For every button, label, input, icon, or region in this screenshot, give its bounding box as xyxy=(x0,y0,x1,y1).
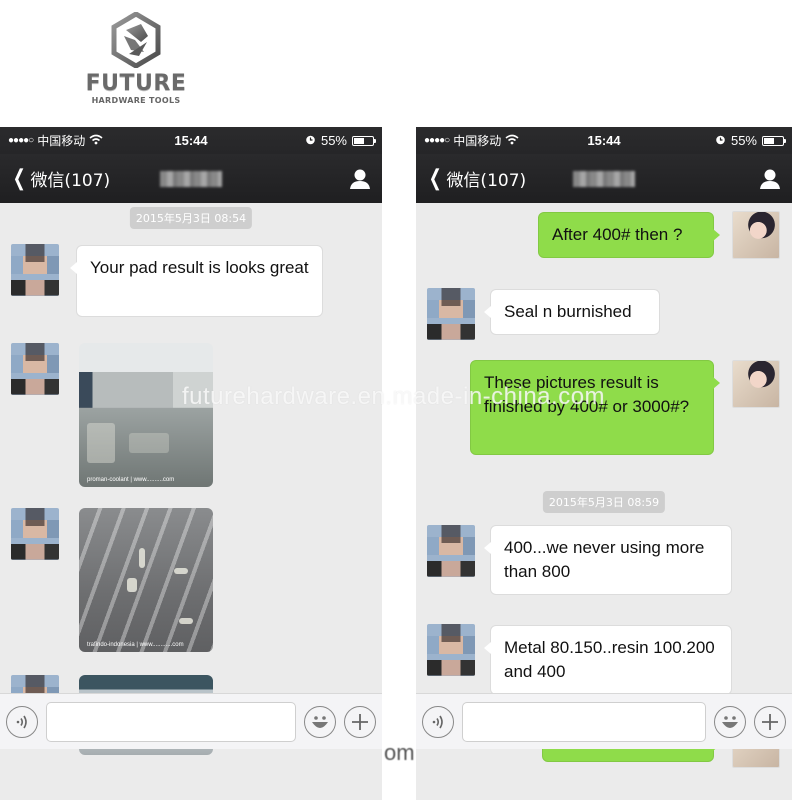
back-label: 微信(107) xyxy=(30,171,111,191)
voice-icon xyxy=(432,715,443,728)
image-caption: trafindo-indonesia | www............com xyxy=(87,642,184,648)
battery-percent: 55% xyxy=(730,133,757,148)
plus-icon xyxy=(762,713,778,730)
battery-percent: 55% xyxy=(320,133,347,148)
image-message[interactable]: trafindo-indonesia | www............com xyxy=(79,508,213,652)
message-bubble[interactable]: Seal n burnished xyxy=(484,289,660,335)
my-avatar[interactable] xyxy=(732,211,780,259)
message-text: Metal 80.150..resin 100.200 and 400 xyxy=(504,638,715,681)
message-text: 400...we never using more than 800 xyxy=(504,538,705,581)
voice-icon xyxy=(16,715,27,728)
contact-avatar[interactable] xyxy=(11,343,59,395)
clock: 15:44 xyxy=(174,133,208,148)
battery-icon xyxy=(762,135,786,146)
chat-area[interactable]: After 400# then ? Seal n burnished These… xyxy=(416,203,792,768)
contact-avatar[interactable] xyxy=(427,525,475,577)
input-bar xyxy=(0,693,382,749)
plus-button[interactable] xyxy=(754,705,786,738)
nav-bar: ❮ 微信(107) xyxy=(416,154,792,203)
brand-logo: FUTURE HARDWARE TOOLS xyxy=(84,12,188,105)
alarm-clock-icon xyxy=(715,134,726,148)
smiley-icon xyxy=(722,715,738,728)
emoji-button[interactable] xyxy=(304,705,336,738)
message-bubble-sent[interactable]: After 400# then ? xyxy=(538,212,720,258)
message-text: Seal n burnished xyxy=(504,302,632,321)
chevron-left-icon: ❮ xyxy=(12,166,26,191)
input-bar xyxy=(416,693,792,749)
image-caption: proman-coolant | www..........com xyxy=(87,477,175,483)
message-input[interactable] xyxy=(462,701,706,742)
my-avatar[interactable] xyxy=(732,360,780,408)
smiley-icon xyxy=(312,715,328,728)
message-text: After 400# then ? xyxy=(552,225,683,244)
plus-button[interactable] xyxy=(344,705,376,738)
phone-screen-right: ●●●●○ 中国移动 15:44 55% ❮ 微信(107) After 400… xyxy=(416,127,792,800)
image-message[interactable]: proman-coolant | www..........com xyxy=(79,343,213,487)
message-bubble-sent[interactable]: These pictures result is finished by 400… xyxy=(470,360,720,455)
chat-title-blurred xyxy=(160,170,222,187)
brand-subtitle: HARDWARE TOOLS xyxy=(91,96,181,105)
voice-button[interactable] xyxy=(422,705,454,738)
phone-screen-left: ●●●●○ 中国移动 15:44 55% ❮ 微信(107) 2015年5月3日… xyxy=(0,127,382,800)
message-text: Your pad result is looks great xyxy=(90,258,309,277)
message-bubble[interactable]: Your pad result is looks great xyxy=(70,245,323,317)
contact-avatar[interactable] xyxy=(11,508,59,560)
message-bubble[interactable]: 400...we never using more than 800 xyxy=(484,525,732,595)
back-button[interactable]: ❮ 微信(107) xyxy=(426,166,526,191)
message-bubble[interactable]: Metal 80.150..resin 100.200 and 400 xyxy=(484,625,732,695)
signal-strength: ●●●●○ xyxy=(424,135,450,146)
clock: 15:44 xyxy=(587,133,621,148)
carrier-name: 中国移动 xyxy=(453,134,502,148)
status-bar: ●●●●○ 中国移动 15:44 55% xyxy=(0,127,382,154)
person-icon[interactable] xyxy=(348,167,372,191)
hexagon-logo-icon xyxy=(111,12,161,68)
emoji-button[interactable] xyxy=(714,705,746,738)
wifi-icon xyxy=(505,134,519,148)
contact-avatar[interactable] xyxy=(427,624,475,676)
chat-area[interactable]: 2015年5月3日 08:54 Your pad result is looks… xyxy=(0,203,382,755)
alarm-clock-icon xyxy=(305,134,316,148)
back-button[interactable]: ❮ 微信(107) xyxy=(10,166,110,191)
chevron-left-icon: ❮ xyxy=(428,166,442,191)
status-bar: ●●●●○ 中国移动 15:44 55% xyxy=(416,127,792,154)
wifi-icon xyxy=(89,134,103,148)
watermark-fragment: om xyxy=(384,740,415,765)
timestamp: 2015年5月3日 08:54 xyxy=(129,207,253,229)
message-text: These pictures result is finished by 400… xyxy=(484,373,690,416)
signal-strength: ●●●●○ xyxy=(8,135,34,146)
contact-avatar[interactable] xyxy=(427,288,475,340)
chat-title-blurred xyxy=(573,170,635,187)
contact-avatar[interactable] xyxy=(11,244,59,296)
battery-icon xyxy=(352,135,376,146)
message-input[interactable] xyxy=(46,701,296,742)
carrier-name: 中国移动 xyxy=(37,134,86,148)
brand-name: FUTURE xyxy=(85,71,187,96)
back-label: 微信(107) xyxy=(446,171,527,191)
plus-icon xyxy=(352,713,368,730)
timestamp: 2015年5月3日 08:59 xyxy=(542,491,666,513)
person-icon[interactable] xyxy=(758,167,782,191)
nav-bar: ❮ 微信(107) xyxy=(0,154,382,203)
voice-button[interactable] xyxy=(6,705,38,738)
